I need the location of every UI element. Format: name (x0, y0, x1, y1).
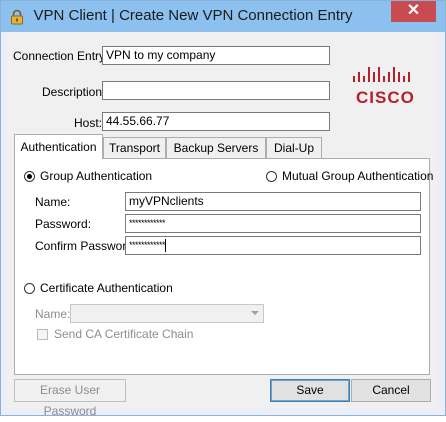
cisco-logo: CISCO (348, 64, 418, 112)
confirm-password-label: Confirm Password: (35, 239, 137, 253)
connection-entry-label: Connection Entry: (13, 49, 109, 63)
mutual-group-auth-radio[interactable] (266, 171, 277, 182)
send-ca-chain-checkbox (37, 329, 48, 340)
close-button[interactable]: ✕ (391, 1, 436, 22)
cert-name-select (70, 304, 264, 323)
group-auth-radio[interactable] (24, 171, 35, 182)
tab-backup-servers[interactable]: Backup Servers (166, 137, 266, 158)
erase-user-password-button: Erase User Password (14, 379, 126, 418)
password-field[interactable]: ************ (125, 214, 421, 233)
description-field[interactable] (102, 81, 330, 100)
authentication-panel: Group Authentication Mutual Group Authen… (14, 158, 433, 375)
host-label: Host: (74, 116, 103, 130)
cert-name-label: Name: (35, 307, 71, 321)
send-ca-chain-label: Send CA Certificate Chain (54, 327, 194, 341)
title-bar[interactable]: VPN Client | Create New VPN Connection E… (1, 1, 445, 32)
cisco-logo-text: CISCO (356, 88, 415, 107)
certificate-auth-label[interactable]: Certificate Authentication (40, 281, 173, 295)
group-auth-label[interactable]: Group Authentication (40, 169, 152, 183)
cancel-button[interactable]: Cancel (351, 379, 431, 402)
tab-transport[interactable]: Transport (103, 137, 166, 158)
host-field[interactable]: 44.55.66.77 (102, 112, 330, 131)
mutual-group-auth-label[interactable]: Mutual Group Authentication (282, 169, 433, 183)
group-name-label: Name: (35, 195, 71, 209)
dialog-window: VPN Client | Create New VPN Connection E… (0, 0, 446, 418)
connection-entry-field[interactable]: VPN to my company (102, 46, 330, 65)
certificate-auth-radio[interactable] (24, 283, 35, 294)
description-label: Description: (42, 85, 106, 99)
tab-authentication[interactable]: Authentication (14, 134, 103, 159)
window-title: VPN Client | Create New VPN Connection E… (33, 7, 353, 24)
chevron-down-icon (251, 311, 259, 315)
dialog-body: Connection Entry: VPN to my company Desc… (8, 32, 438, 418)
text-cursor (165, 239, 167, 253)
save-button[interactable]: Save (270, 379, 350, 402)
confirm-password-field[interactable]: ************ (125, 236, 421, 255)
tab-dial-up[interactable]: Dial-Up (266, 137, 322, 158)
group-name-field[interactable]: myVPNclients (125, 192, 421, 211)
password-label: Password: (35, 217, 92, 231)
